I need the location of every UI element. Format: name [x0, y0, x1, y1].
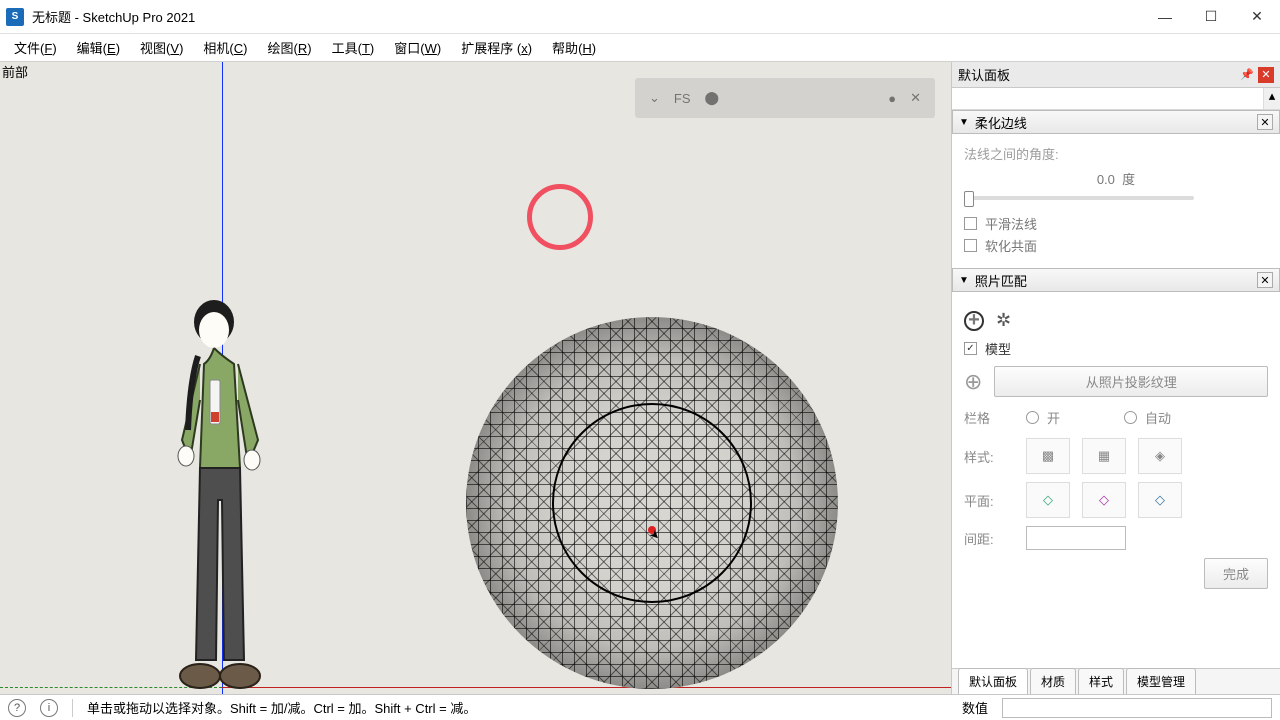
tab-styles[interactable]: 样式 [1078, 668, 1124, 694]
angle-value: 0.0 [1097, 172, 1115, 187]
style-cube1-icon[interactable]: ▩ [1026, 438, 1070, 474]
add-photo-icon[interactable]: + [964, 311, 984, 331]
grid-label: 栏格 [964, 408, 1014, 427]
collapse-icon: ▼ [959, 275, 969, 286]
shield-icon[interactable]: ⬤ [705, 90, 720, 106]
menu-bar: 文件(F) 编辑(E) 视图(V) 相机(C) 绘图(R) 工具(T) 窗口(W… [0, 34, 1280, 62]
title-bar: S 无标题 - SketchUp Pro 2021 — ☐ ✕ [0, 0, 1280, 34]
panel-photo-title: 照片匹配 [975, 271, 1027, 290]
default-tray: 默认面板 📌 ✕ ▴ ▼ 柔化边线 ✕ 法线之间的角度: 0.0 度 平滑法线 [951, 62, 1280, 694]
angle-label: 法线之间的角度: [964, 144, 1268, 163]
panel-soften-body: 法线之间的角度: 0.0 度 平滑法线 软化共面 [952, 134, 1280, 268]
help-icon[interactable]: ? [8, 699, 26, 717]
plane-label: 平面: [964, 491, 1014, 510]
collapse-icon: ▼ [959, 117, 969, 128]
record-icon[interactable]: ● [888, 91, 896, 106]
tray-title-bar[interactable]: 默认面板 📌 ✕ [952, 62, 1280, 88]
minimize-button[interactable]: — [1142, 0, 1188, 34]
style-perspective-icon[interactable]: ◈ [1138, 438, 1182, 474]
workspace: 前部 ⌄ FS ⬤ ● ✕ [0, 62, 1280, 694]
recording-overlay: ⌄ FS ⬤ ● ✕ [635, 78, 935, 118]
menu-window[interactable]: 窗口(W) [384, 34, 451, 61]
cursor-icon [648, 526, 660, 538]
done-button[interactable]: 完成 [1204, 558, 1268, 589]
panel-photo-close-icon[interactable]: ✕ [1257, 272, 1273, 288]
angle-unit: 度 [1122, 172, 1135, 187]
panel-soften-title: 柔化边线 [975, 113, 1027, 132]
value-label: 数值 [962, 698, 988, 717]
viewport[interactable]: 前部 ⌄ FS ⬤ ● ✕ [0, 62, 951, 694]
tray-tabs: 默认面板 材质 样式 模型管理 [952, 668, 1280, 694]
overlay-close-icon[interactable]: ✕ [910, 90, 921, 106]
angle-slider[interactable] [964, 196, 1194, 200]
menu-file[interactable]: 文件(F) [4, 34, 67, 61]
app-icon: S [6, 8, 24, 26]
tab-default[interactable]: 默认面板 [958, 668, 1028, 694]
panel-photo-body: + ✲ ✓模型 ⊕ 从照片投影纹理 栏格 开 自动 样式: ▩ ▦ [952, 292, 1280, 607]
panel-soften-header[interactable]: ▼ 柔化边线 ✕ [952, 110, 1280, 134]
radio-grid-on[interactable]: 开 [1026, 408, 1060, 427]
menu-help[interactable]: 帮助(H) [542, 34, 606, 61]
pin-icon[interactable]: 📌 [1240, 68, 1254, 82]
menu-draw[interactable]: 绘图(R) [258, 34, 322, 61]
target-icon[interactable]: ⊕ [964, 369, 982, 395]
menu-tools[interactable]: 工具(T) [322, 34, 385, 61]
sphere-model[interactable] [466, 317, 838, 689]
spacing-input[interactable] [1026, 526, 1126, 550]
checkbox-smooth-normals[interactable]: 平滑法线 [964, 214, 1268, 233]
menu-camera[interactable]: 相机(C) [193, 34, 257, 61]
overlay-fs-label: FS [674, 91, 691, 106]
panel-soften-close-icon[interactable]: ✕ [1257, 114, 1273, 130]
click-indicator [527, 184, 593, 250]
status-hint: 单击或拖动以选择对象。Shift = 加/减。Ctrl = 加。Shift + … [87, 698, 476, 717]
tab-model-mgmt[interactable]: 模型管理 [1126, 668, 1196, 694]
plane-xz-icon[interactable]: ◇ [1138, 482, 1182, 518]
value-input[interactable] [1002, 698, 1272, 718]
scale-figure [160, 300, 280, 692]
menu-edit[interactable]: 编辑(E) [67, 34, 130, 61]
viewport-label: 前部 [2, 62, 28, 81]
project-texture-button[interactable]: 从照片投影纹理 [994, 366, 1268, 397]
plane-xy-icon[interactable]: ◇ [1026, 482, 1070, 518]
plane-yz-icon[interactable]: ◇ [1082, 482, 1126, 518]
tray-close-icon[interactable]: ✕ [1258, 67, 1274, 83]
checkbox-soften-coplanar[interactable]: 软化共面 [964, 236, 1268, 255]
scrollbar-up-icon[interactable]: ▴ [1263, 88, 1280, 109]
checkbox-model[interactable]: ✓模型 [964, 339, 1268, 358]
panel-photo-header[interactable]: ▼ 照片匹配 ✕ [952, 268, 1280, 292]
style-cube2-icon[interactable]: ▦ [1082, 438, 1126, 474]
menu-view[interactable]: 视图(V) [130, 34, 193, 61]
gear-icon[interactable]: ✲ [996, 310, 1011, 331]
close-button[interactable]: ✕ [1234, 0, 1280, 34]
info-icon[interactable]: i [40, 699, 58, 717]
radio-grid-auto[interactable]: 自动 [1124, 408, 1171, 427]
tray-spacer: ▴ [952, 88, 1280, 110]
maximize-button[interactable]: ☐ [1188, 0, 1234, 34]
tab-materials[interactable]: 材质 [1030, 668, 1076, 694]
chevron-down-icon[interactable]: ⌄ [649, 90, 660, 106]
status-bar: ? i 单击或拖动以选择对象。Shift = 加/减。Ctrl = 加。Shif… [0, 694, 1280, 720]
tray-title: 默认面板 [958, 65, 1010, 84]
window-title: 无标题 - SketchUp Pro 2021 [32, 7, 195, 26]
spacing-label: 间距: [964, 529, 1014, 548]
style-label: 样式: [964, 447, 1014, 466]
menu-extensions[interactable]: 扩展程序 (x) [451, 34, 542, 61]
